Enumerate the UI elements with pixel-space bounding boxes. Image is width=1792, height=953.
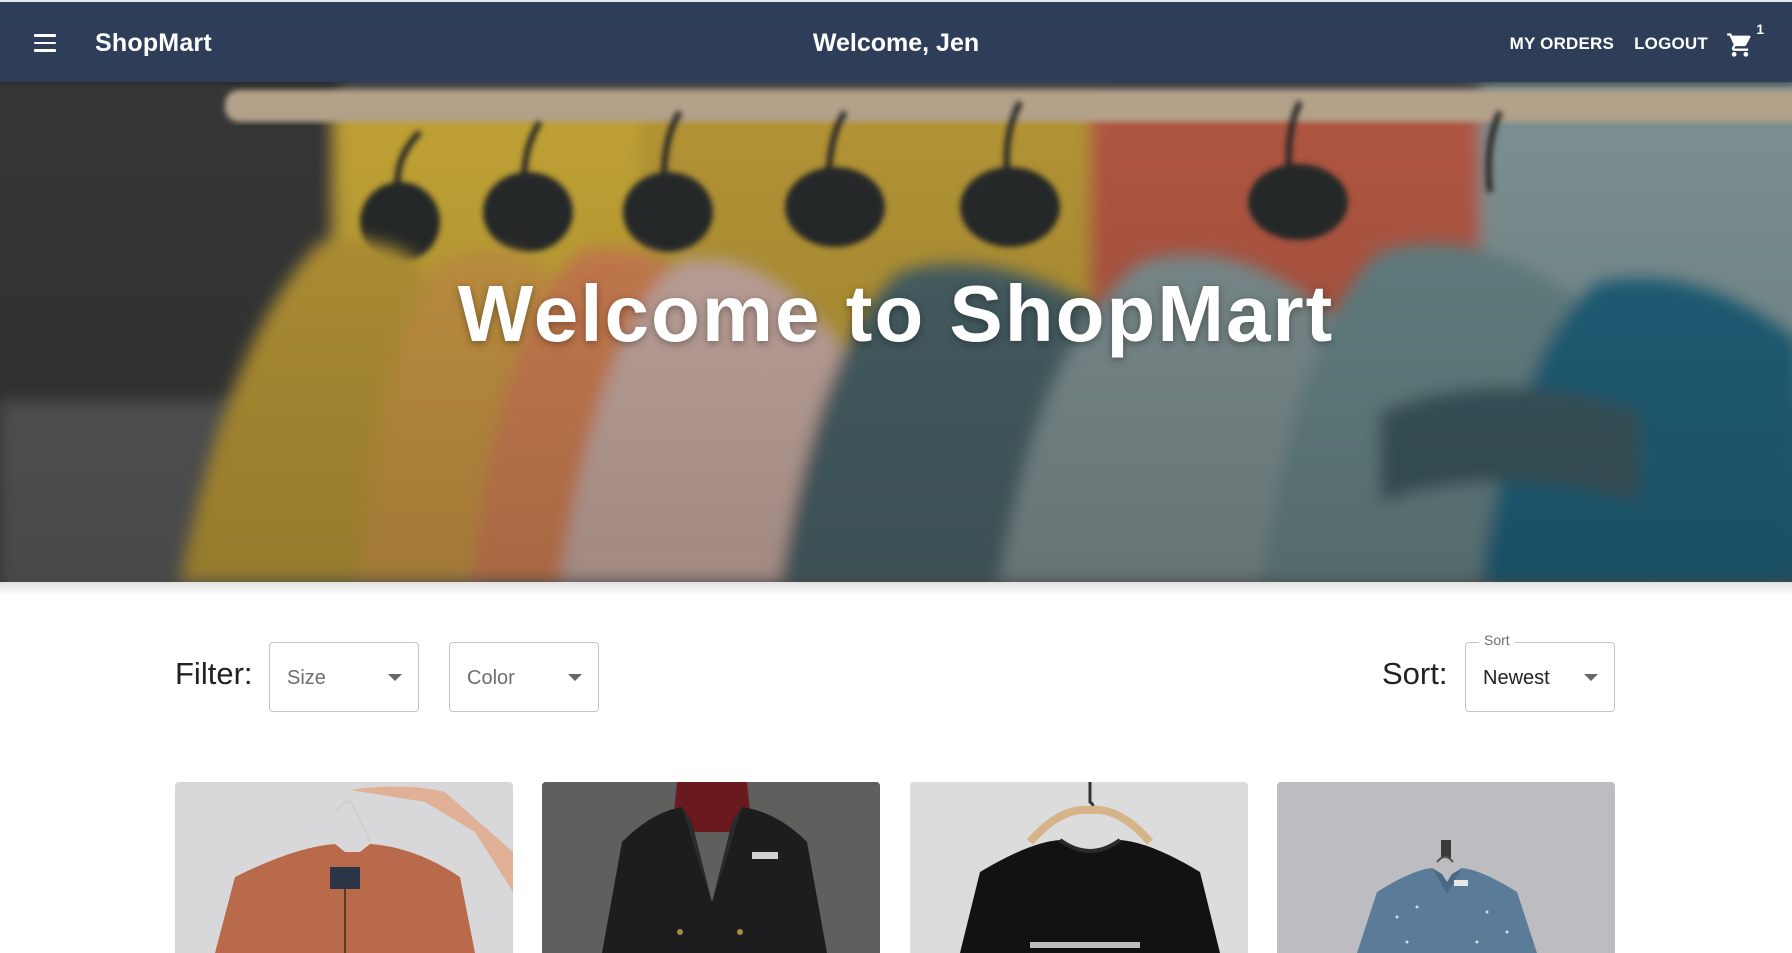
product-card[interactable] xyxy=(175,782,513,953)
menu-icon[interactable] xyxy=(26,26,64,60)
brand-logo[interactable]: ShopMart xyxy=(95,29,212,58)
product-card[interactable] xyxy=(1277,782,1615,953)
chevron-down-icon xyxy=(1584,674,1598,681)
sort-select[interactable]: Sort Newest xyxy=(1465,632,1615,712)
cart-count-badge: 1 xyxy=(1756,21,1764,37)
color-select[interactable]: Color xyxy=(449,642,599,712)
product-card[interactable] xyxy=(910,782,1248,953)
product-image-orange-jacket xyxy=(175,782,513,953)
product-card[interactable] xyxy=(542,782,880,953)
cart-button[interactable]: 1 xyxy=(1724,21,1764,61)
nav-actions: MY ORDERS LOGOUT 1 xyxy=(1510,21,1764,66)
sort-selected-value: Newest xyxy=(1483,667,1550,689)
chevron-down-icon xyxy=(568,674,582,681)
product-image-blue-shirt xyxy=(1277,782,1615,953)
size-select[interactable]: Size xyxy=(269,642,419,712)
cart-icon xyxy=(1727,33,1751,57)
my-orders-link[interactable]: MY ORDERS xyxy=(1510,28,1614,60)
hero-banner: Welcome to ShopMart xyxy=(0,82,1792,582)
logout-link[interactable]: LOGOUT xyxy=(1634,28,1708,60)
product-image-black-sweatshirt xyxy=(910,782,1248,953)
color-select-placeholder: Color xyxy=(467,667,515,689)
filter-label: Filter: xyxy=(175,656,253,691)
hero-title: Welcome to ShopMart xyxy=(457,269,1335,358)
hero-shadow xyxy=(0,582,1792,596)
sort-label: Sort: xyxy=(1382,656,1448,691)
sort-field-label: Sort xyxy=(1479,632,1515,648)
page: ShopMart Welcome, Jen MY ORDERS LOGOUT 1 xyxy=(0,0,1792,953)
app-bar: ShopMart Welcome, Jen MY ORDERS LOGOUT 1 xyxy=(0,0,1792,82)
size-select-placeholder: Size xyxy=(287,667,326,689)
product-image-black-blazer xyxy=(542,782,880,953)
chevron-down-icon xyxy=(388,674,402,681)
